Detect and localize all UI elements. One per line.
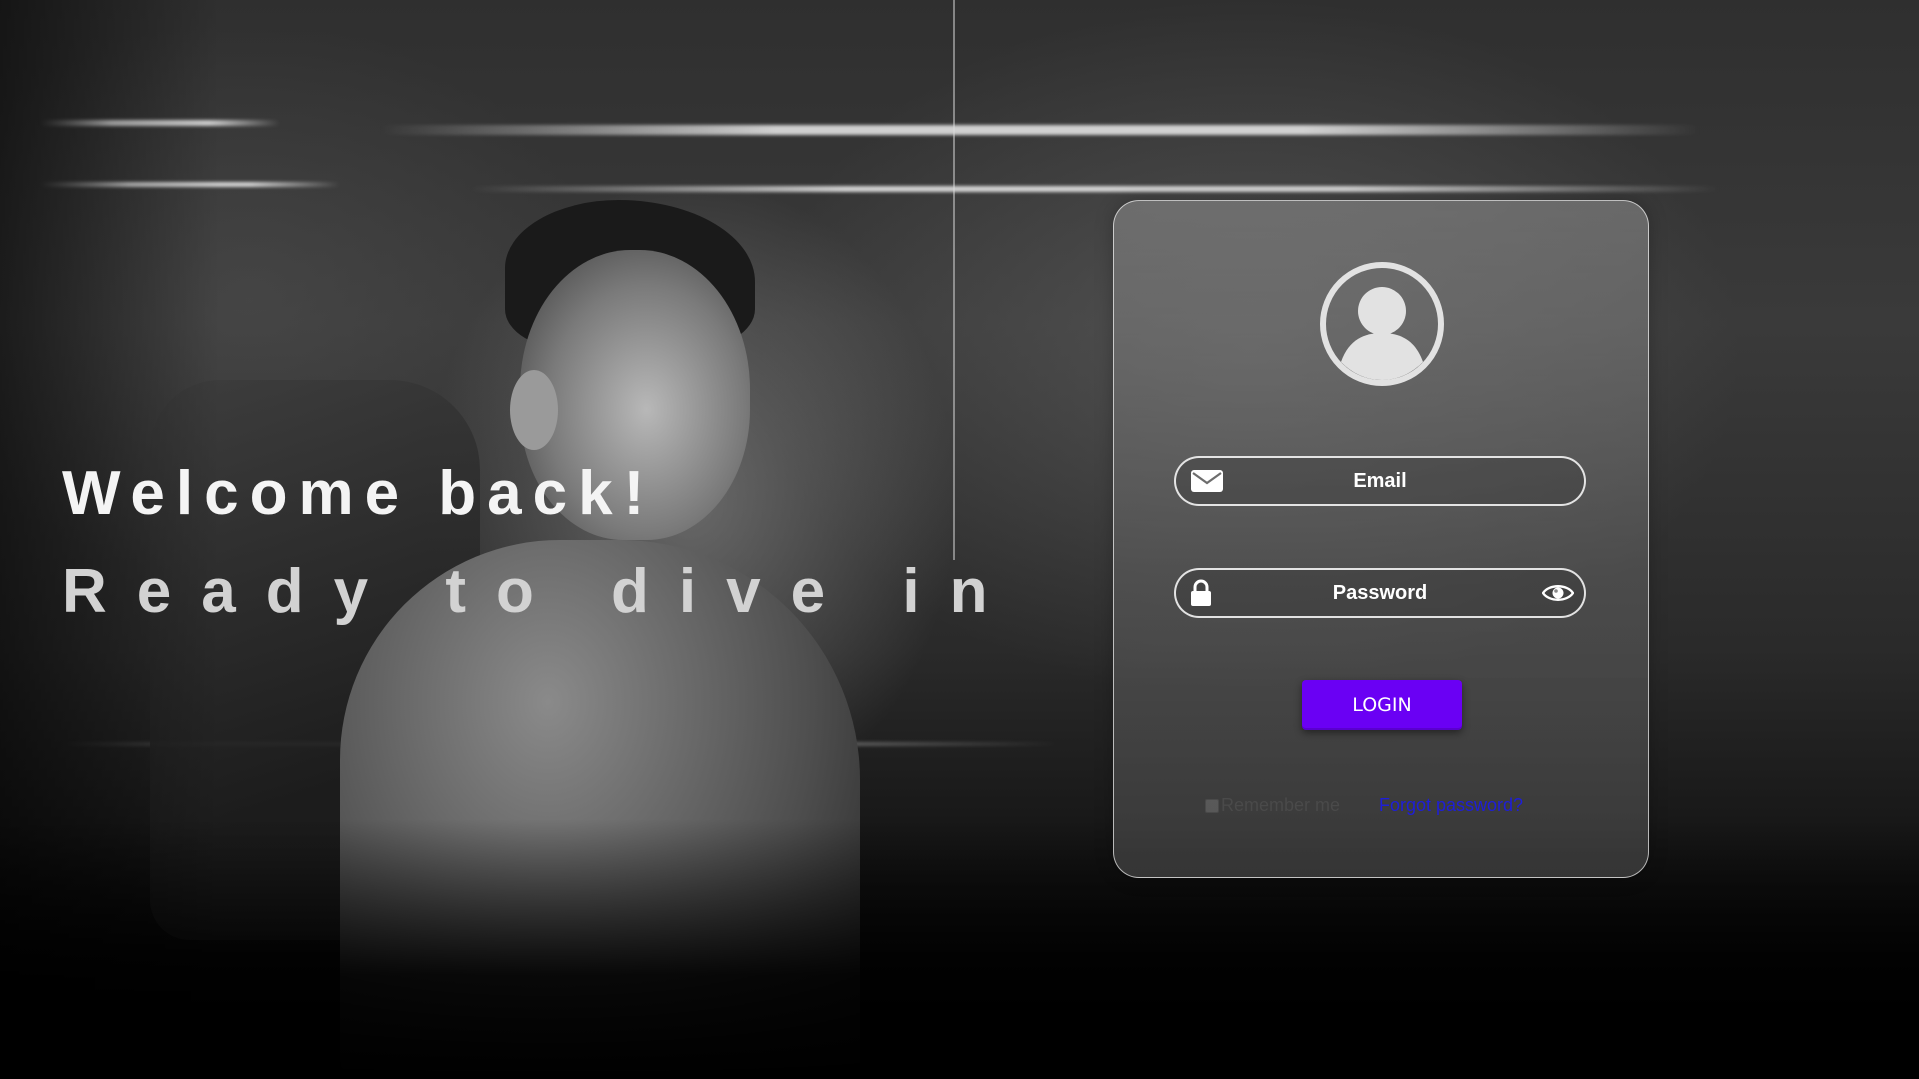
remember-me[interactable]: Remember me (1205, 795, 1340, 816)
envelope-icon (1191, 470, 1223, 492)
email-field[interactable]: Email (1174, 456, 1586, 506)
login-card: Email Password LOGIN Remember me Forgot … (1113, 200, 1649, 878)
email-field-label: Email (1353, 469, 1407, 492)
forgot-password-link[interactable]: Forgot password? (1379, 795, 1523, 816)
tagline-heading: Ready to dive in (62, 557, 1018, 626)
user-avatar-icon (1320, 262, 1444, 386)
lock-icon (1191, 579, 1211, 606)
password-field-label: Password (1332, 581, 1428, 604)
vertical-light-line (953, 0, 955, 560)
password-field[interactable]: Password (1174, 568, 1586, 618)
remember-me-label[interactable]: Remember me (1221, 795, 1340, 816)
welcome-heading: Welcome back! (62, 459, 656, 528)
remember-me-checkbox[interactable] (1205, 798, 1219, 813)
eye-icon[interactable] (1542, 582, 1574, 604)
light-streak (380, 125, 1700, 135)
person-ear (510, 370, 558, 450)
light-streak (470, 186, 1720, 192)
login-button[interactable]: LOGIN (1302, 680, 1462, 730)
